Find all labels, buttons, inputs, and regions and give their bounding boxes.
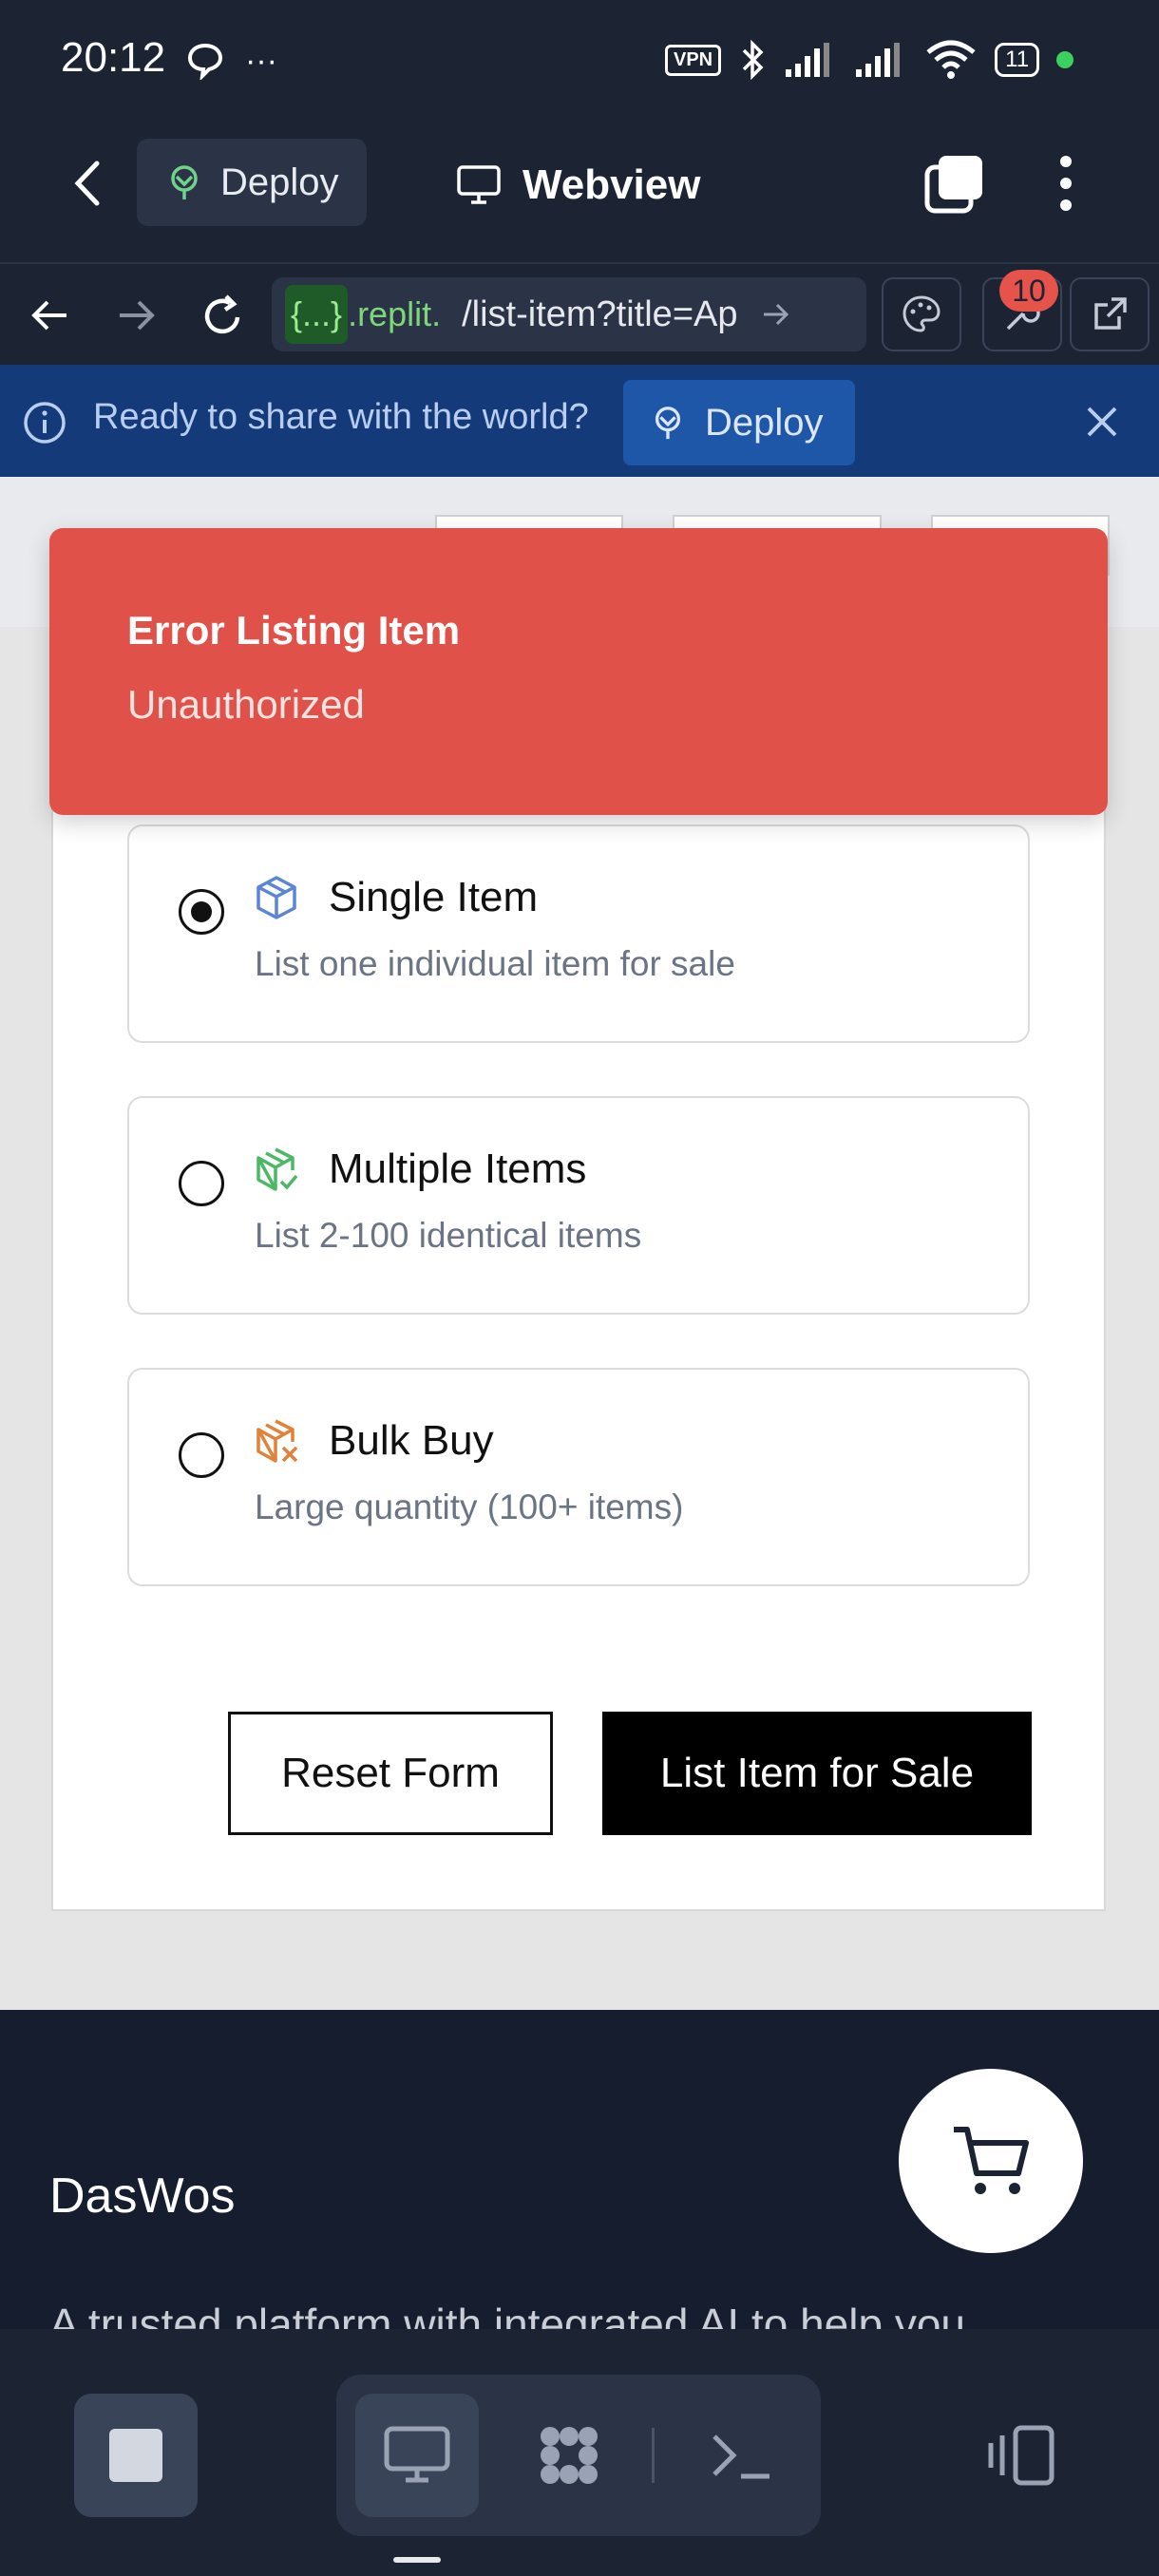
- terminal-icon: [712, 2434, 770, 2479]
- error-toast[interactable]: [49, 528, 1108, 815]
- banner-deploy-button[interactable]: Deploy: [623, 380, 855, 465]
- nav-forward-icon[interactable]: [116, 294, 158, 336]
- reset-form-button[interactable]: Reset Form: [228, 1712, 553, 1835]
- monitor-icon: [457, 165, 501, 204]
- shopping-cart-icon: [954, 2127, 1029, 2194]
- theme-palette-button[interactable]: [882, 277, 961, 351]
- option-title: Multiple Items: [329, 1146, 587, 1192]
- box-icon: [256, 876, 296, 919]
- bluetooth-icon: [742, 39, 764, 81]
- webview-tab-title[interactable]: Webview: [456, 152, 700, 218]
- radio-single-item[interactable]: [179, 889, 224, 935]
- tabs-switcher-icon[interactable]: [923, 152, 986, 215]
- panels-button[interactable]: [960, 2394, 1083, 2517]
- monitor-icon: [384, 2426, 450, 2483]
- option-bulk-buy[interactable]: Bulk Buy Large quantity (100+ items): [127, 1368, 1030, 1586]
- toast-description: Unauthorized: [127, 682, 365, 727]
- footer-brand: DasWos: [49, 2169, 236, 2224]
- kebab-menu-icon[interactable]: [1053, 154, 1079, 213]
- status-icons: VPN 11: [665, 36, 1074, 84]
- home-indicator: [393, 2557, 441, 2563]
- nav-back-icon[interactable]: [28, 294, 70, 336]
- option-multiple-items[interactable]: Multiple Items List 2-100 identical item…: [127, 1096, 1030, 1315]
- box-check-icon: [256, 1147, 298, 1191]
- side-panel-icon: [988, 2425, 1054, 2486]
- status-notification-icons: ···: [186, 42, 277, 80]
- vpn-badge: VPN: [665, 44, 722, 76]
- shell-mode-button[interactable]: [680, 2394, 804, 2517]
- stop-icon: [109, 2429, 162, 2482]
- agent-mode-button[interactable]: [507, 2394, 631, 2517]
- privacy-indicator-dot: [1056, 51, 1074, 68]
- list-item-for-sale-button[interactable]: List Item for Sale: [602, 1712, 1032, 1835]
- banner-deploy-label: Deploy: [705, 401, 824, 444]
- stop-button[interactable]: [74, 2394, 198, 2517]
- webview-title-label: Webview: [522, 161, 701, 208]
- reload-icon[interactable]: [200, 293, 247, 340]
- go-arrow-icon[interactable]: [762, 300, 790, 329]
- back-chevron-icon[interactable]: [66, 158, 108, 209]
- external-link-icon: [1094, 297, 1127, 330]
- mode-divider: [652, 2428, 655, 2483]
- palette-icon: [902, 295, 940, 332]
- webview-mode-button[interactable]: [355, 2394, 479, 2517]
- option-description: List 2-100 identical items: [255, 1216, 642, 1255]
- option-title: Bulk Buy: [329, 1417, 494, 1464]
- banner-message: Ready to share with the world?: [93, 397, 589, 437]
- option-description: Large quantity (100+ items): [255, 1487, 684, 1526]
- url-field[interactable]: {...} .replit. /list-item?title=Ap: [272, 277, 866, 351]
- chat-bubble-icon: [187, 43, 223, 80]
- more-notifications-label: ···: [245, 42, 277, 79]
- deploy-icon: [171, 165, 198, 199]
- url-host: .replit.: [348, 294, 442, 333]
- option-description: List one individual item for sale: [255, 944, 735, 983]
- signal-icon: [786, 43, 830, 77]
- status-time: 20:12: [61, 34, 166, 81]
- deploy-chip-label: Deploy: [220, 161, 339, 203]
- radio-bulk-buy[interactable]: [179, 1432, 224, 1478]
- option-single-item[interactable]: Single Item List one individual item for…: [127, 824, 1030, 1043]
- agent-icon: [541, 2427, 598, 2484]
- deploy-icon: [655, 407, 681, 440]
- option-title: Single Item: [329, 874, 539, 920]
- url-host-badge: {...}: [285, 285, 349, 344]
- toast-title: Error Listing Item: [127, 608, 461, 653]
- info-icon: [24, 402, 66, 444]
- close-banner-icon[interactable]: [1083, 403, 1121, 441]
- box-x-icon: [256, 1419, 298, 1463]
- deploy-chip[interactable]: Deploy: [137, 139, 367, 226]
- wifi-icon: [926, 40, 976, 79]
- url-path: /list-item?title=Ap: [462, 294, 738, 334]
- battery-indicator: 11: [995, 43, 1040, 77]
- radio-multiple-items[interactable]: [179, 1161, 224, 1206]
- devtools-badge-count: 10: [999, 270, 1058, 312]
- cart-button[interactable]: [899, 2069, 1083, 2253]
- open-external-button[interactable]: [1070, 277, 1150, 351]
- signal-icon-2: [856, 43, 901, 77]
